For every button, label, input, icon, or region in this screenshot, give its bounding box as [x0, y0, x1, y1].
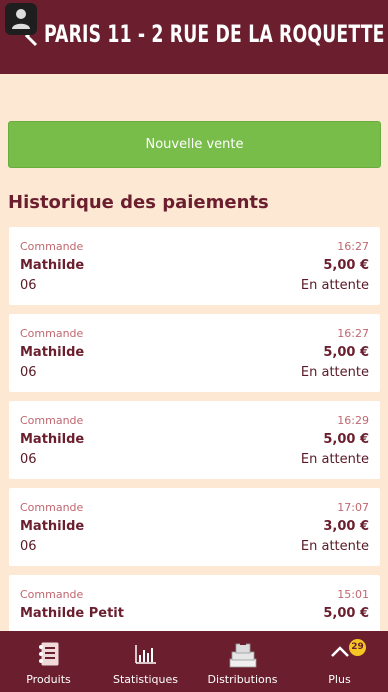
payment-card[interactable]: Commande 17:07 Mathilde 3,00 € 06 En att…: [9, 488, 380, 566]
payment-time: 16:27: [337, 327, 369, 340]
payment-amount: 5,00 €: [323, 345, 369, 360]
payment-time: 15:01: [337, 588, 369, 601]
nav-plus-label: Plus: [328, 673, 351, 686]
payment-card[interactable]: Commande 16:27 Mathilde 5,00 € 06 En att…: [9, 227, 380, 305]
nav-distributions-label: Distributions: [207, 673, 278, 686]
payment-time: 16:29: [337, 414, 369, 427]
payment-amount: 5,00 €: [323, 432, 369, 447]
user-icon: [12, 9, 30, 29]
notification-badge: 29: [349, 639, 366, 656]
app-header: PARIS 11 - 2 RUE DE LA ROQUETTE: [0, 0, 388, 74]
customer-name: Mathilde Petit: [20, 606, 124, 621]
order-ref: 06: [20, 365, 37, 380]
payment-status: En attente: [300, 539, 369, 554]
payment-time: 16:27: [337, 240, 369, 253]
nav-produits[interactable]: Produits: [0, 631, 97, 692]
nav-produits-label: Produits: [26, 673, 71, 686]
stats-chart-icon: [134, 645, 156, 664]
payment-card[interactable]: Commande 16:29 Mathilde 5,00 € 06 En att…: [9, 401, 380, 479]
payment-amount: 5,00 €: [323, 606, 369, 621]
new-sale-button[interactable]: Nouvelle vente: [8, 121, 381, 168]
customer-name: Mathilde: [20, 345, 85, 360]
payment-type: Commande: [20, 240, 84, 253]
payment-status: En attente: [300, 452, 369, 467]
payment-amount: 5,00 €: [323, 258, 369, 273]
payment-card[interactable]: Commande 16:27 Mathilde 5,00 € 06 En att…: [9, 314, 380, 392]
payment-amount: 3,00 €: [323, 519, 369, 534]
page-title: PARIS 11 - 2 RUE DE LA ROQUETTE: [44, 20, 385, 48]
payment-type: Commande: [20, 588, 84, 601]
order-ref: 06: [20, 452, 37, 467]
nav-distributions[interactable]: Distributions: [194, 631, 291, 692]
payment-type: Commande: [20, 414, 84, 427]
payment-status: En attente: [300, 278, 369, 293]
chevron-up-icon: [330, 646, 349, 657]
nav-statistiques[interactable]: Statistiques: [97, 631, 194, 692]
customer-name: Mathilde: [20, 519, 85, 534]
payment-type: Commande: [20, 501, 84, 514]
user-avatar-button[interactable]: [5, 3, 37, 35]
order-ref: 06: [20, 278, 37, 293]
products-notebook-icon: [38, 641, 59, 667]
distributions-stack-icon: [229, 642, 256, 668]
customer-name: Mathilde: [20, 432, 85, 447]
customer-name: Mathilde: [20, 258, 85, 273]
bottom-nav: Produits Statistiques Distributions 29 P…: [0, 631, 388, 692]
nav-plus[interactable]: 29 Plus: [291, 631, 388, 692]
payment-time: 17:07: [337, 501, 369, 514]
order-ref: 06: [20, 539, 37, 554]
payment-status: En attente: [300, 365, 369, 380]
history-title: Historique des paiements: [8, 192, 269, 213]
payment-type: Commande: [20, 327, 84, 340]
nav-statistiques-label: Statistiques: [113, 673, 178, 686]
